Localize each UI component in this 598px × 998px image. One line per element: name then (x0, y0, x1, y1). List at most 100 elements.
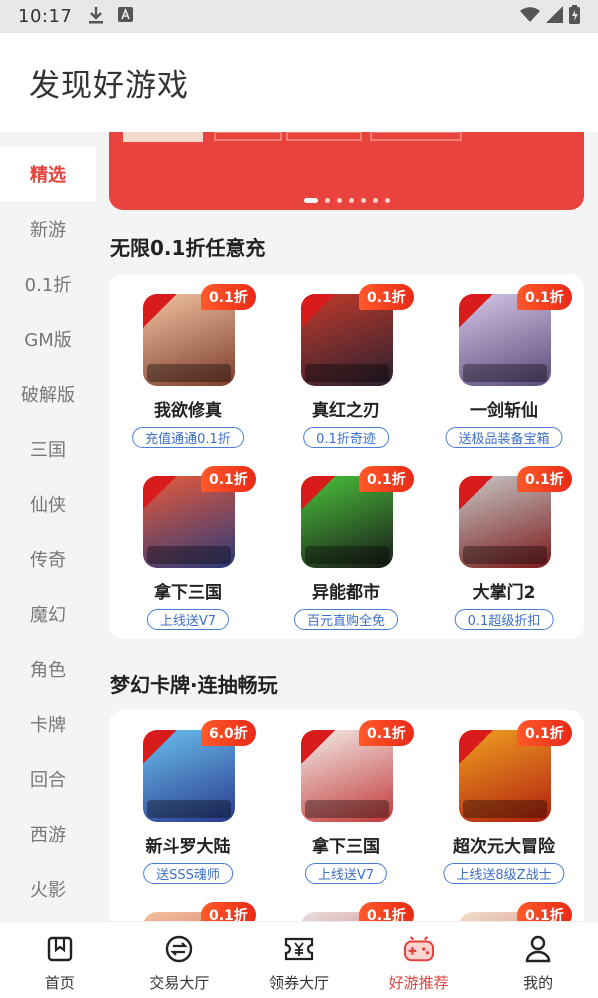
banner-dot[interactable] (303, 198, 318, 203)
sidebar-item-label: 新游 (30, 219, 66, 241)
banner-dot[interactable] (360, 198, 366, 203)
banner-dot[interactable] (348, 198, 354, 203)
corner-ribbon (459, 730, 493, 764)
sidebar-item-naruto[interactable]: 火影 (0, 861, 96, 916)
game-name: 超次元大冒险 (453, 837, 555, 857)
tab-trade[interactable]: 交易大厅 (120, 922, 240, 998)
tab-home[interactable]: 首页 (0, 922, 120, 998)
icon-caption-strip (147, 546, 231, 564)
icon-caption-strip (147, 364, 231, 382)
coupon-icon (284, 934, 314, 964)
sidebar-item-label: 魔幻 (30, 604, 66, 626)
header: 发现好游戏 (0, 33, 598, 132)
category-sidebar: 精选 新游 0.1折 GM版 破解版 三国 仙侠 传奇 魔幻 角色 卡牌 回合 … (0, 147, 96, 921)
promo-tag: 上线送8级Z战士 (443, 863, 565, 884)
tab-label: 我的 (523, 974, 554, 992)
corner-ribbon (143, 730, 177, 764)
banner-image (109, 132, 584, 154)
main-content: 无限0.1折任意充 0.1折 我欲修真 充值通通0.1折 0.1折 真红之刃 0.1折奇迹… (96, 132, 598, 921)
sidebar-item-label: 传奇 (30, 549, 66, 571)
sidebar-item-label: GM版 (24, 329, 72, 351)
promo-tag: 送SSS魂师 (143, 863, 233, 884)
sidebar-item-featured[interactable]: 精选 (0, 147, 96, 201)
trade-icon (164, 934, 194, 964)
sidebar-item-cracked[interactable]: 破解版 (0, 366, 96, 421)
promo-tag: 充值通通0.1折 (132, 427, 244, 448)
sidebar-item-fantasy[interactable]: 魔幻 (0, 586, 96, 641)
status-bar: 10:17 (0, 0, 598, 33)
sidebar-item-discount[interactable]: 0.1折 (0, 256, 96, 311)
tab-profile[interactable]: 我的 (478, 922, 598, 998)
game-name: 我欲修真 (154, 401, 222, 421)
banner-dot[interactable] (384, 198, 390, 203)
icon-caption-strip (305, 800, 389, 818)
tab-recommend[interactable]: 好游推荐 (359, 922, 479, 998)
discount-badge: 0.1折 (359, 720, 414, 746)
sidebar-item-label: 破解版 (21, 384, 75, 406)
discount-badge: 0.1折 (359, 466, 414, 492)
icon-caption-strip (305, 546, 389, 564)
icon-caption-strip (463, 546, 547, 564)
sidebar-item-card[interactable]: 卡牌 (0, 696, 96, 751)
icon-caption-strip (463, 800, 547, 818)
battery-icon (569, 5, 580, 28)
bottom-tab-bar: 首页 交易大厅 领券大厅 好游推荐 我的 (0, 921, 598, 998)
discount-badge: 0.1折 (517, 720, 572, 746)
section-title: 无限0.1折任意充 (110, 236, 266, 260)
signal-icon (546, 6, 563, 27)
sidebar-item-gm[interactable]: GM版 (0, 311, 96, 366)
promo-tag: 上线送V7 (304, 863, 388, 884)
banner-dot[interactable] (336, 198, 342, 203)
game-card-section: 6.0折 新斗罗大陆 送SSS魂师 0.1折 拿下三国 上线送V7 0.1折 超次元大冒险 上线… (109, 710, 584, 921)
sidebar-item-label: 回合 (30, 769, 66, 791)
sidebar-item-three-kingdoms[interactable]: 三国 (0, 421, 96, 476)
banner-dot[interactable] (372, 198, 378, 203)
corner-ribbon (301, 730, 335, 764)
sidebar-item-label: 卡牌 (30, 714, 66, 736)
sidebar-item-xianxia[interactable]: 仙侠 (0, 476, 96, 531)
icon-caption-strip (147, 800, 231, 818)
game-name: 一剑斩仙 (470, 401, 538, 421)
game-card-section: 0.1折 我欲修真 充值通通0.1折 0.1折 真红之刃 0.1折奇迹 0.1折 一剑斩仙 送极… (109, 274, 584, 639)
promo-tag: 送极品装备宝箱 (445, 427, 563, 448)
tab-label: 领券大厅 (268, 974, 329, 992)
promo-tag: 0.1折奇迹 (303, 427, 389, 448)
sidebar-item-label: 角色 (30, 659, 66, 681)
game-name: 新斗罗大陆 (145, 837, 231, 857)
discount-badge: 0.1折 (201, 284, 256, 310)
sidebar-item-journey-west[interactable]: 西游 (0, 806, 96, 861)
status-time: 10:17 (18, 6, 73, 27)
promo-banner[interactable] (109, 132, 584, 210)
promo-tag: 上线送V7 (146, 609, 230, 630)
corner-ribbon (143, 294, 177, 328)
gamepad-icon (403, 934, 434, 964)
font-a-icon (118, 7, 134, 26)
corner-ribbon (301, 294, 335, 328)
tab-coupon[interactable]: 领券大厅 (239, 922, 359, 998)
download-icon (88, 6, 104, 28)
discount-badge: 6.0折 (201, 720, 256, 746)
tab-label: 首页 (44, 974, 75, 992)
game-name: 拿下三国 (312, 837, 380, 857)
sidebar-item-turn-based[interactable]: 回合 (0, 751, 96, 806)
game-name: 异能都市 (312, 583, 380, 603)
discount-badge: 0.1折 (517, 902, 572, 921)
promo-tag: 0.1超级折扣 (454, 609, 554, 630)
sidebar-item-label: 0.1折 (24, 274, 72, 296)
discount-badge: 0.1折 (517, 284, 572, 310)
sidebar-item-legend[interactable]: 传奇 (0, 531, 96, 586)
game-name: 真红之刃 (312, 401, 380, 421)
corner-ribbon (301, 476, 335, 510)
icon-caption-strip (463, 364, 547, 382)
sidebar-item-new[interactable]: 新游 (0, 201, 96, 256)
banner-pagination[interactable] (109, 198, 584, 203)
wifi-icon (520, 6, 540, 27)
corner-ribbon (459, 294, 493, 328)
sidebar-item-rpg[interactable]: 角色 (0, 641, 96, 696)
home-icon (45, 934, 75, 964)
discount-badge: 0.1折 (201, 902, 256, 921)
sidebar-item-label: 仙侠 (30, 494, 66, 516)
banner-dot[interactable] (324, 198, 330, 203)
icon-caption-strip (305, 364, 389, 382)
sidebar-item-label: 西游 (30, 824, 66, 846)
